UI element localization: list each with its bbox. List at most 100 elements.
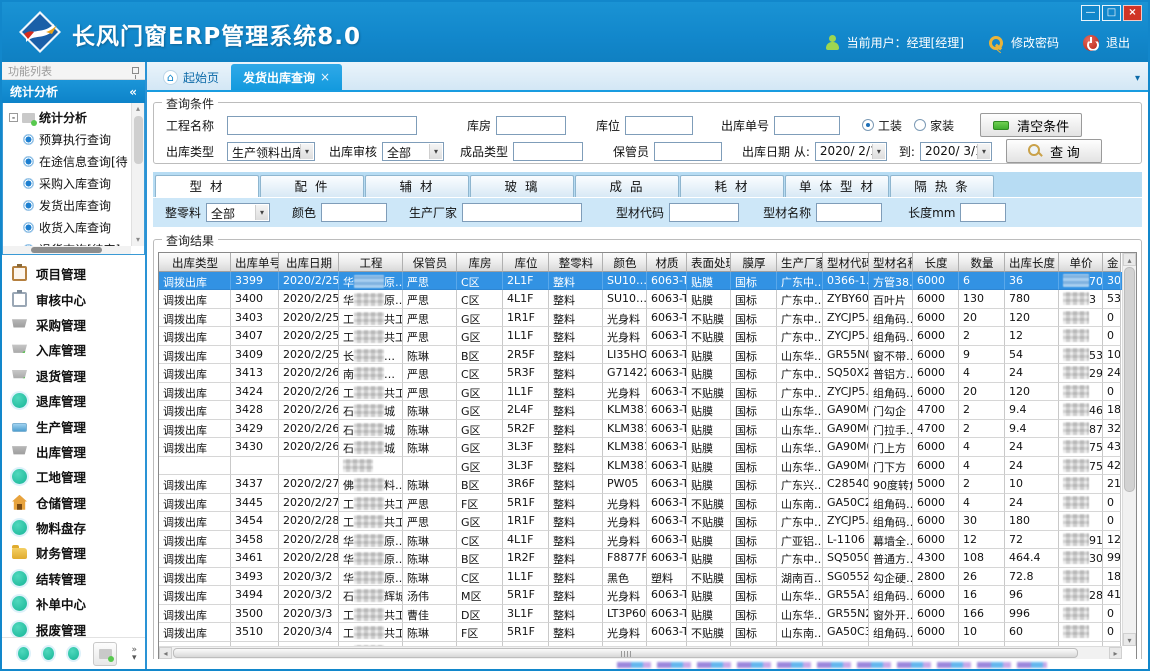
profile-code-input[interactable]	[669, 203, 739, 222]
tree-item[interactable]: 采购入库查询	[9, 172, 144, 194]
location-input[interactable]	[625, 116, 693, 135]
sidebar-item-退货管理[interactable]: 退货管理	[12, 363, 145, 388]
table-row[interactable]: 调拨出库35002020/3/3工共工程曹佳D区3L1F整料LT3P606063…	[159, 605, 1122, 624]
footer-more-button[interactable]: » ▾	[131, 646, 137, 662]
column-header[interactable]: 出库类型	[159, 253, 231, 272]
table-row[interactable]: 调拨出库34132020/2/26南…严思C区5R3F整料G714226063-…	[159, 364, 1122, 383]
table-row[interactable]: 调拨出库34302020/2/26石城陈琳G区3L3F整料KLM38176063…	[159, 438, 1122, 457]
sidebar-item-采购管理[interactable]: 采购管理	[12, 312, 145, 337]
column-header[interactable]: 单价	[1059, 253, 1103, 272]
grid-horizontal-scrollbar[interactable]: ◂ ▸	[159, 646, 1122, 659]
radio-jiazhuang[interactable]: 家装	[914, 117, 954, 134]
material-tab-1[interactable]: 型 材	[155, 175, 259, 197]
table-row[interactable]: 调拨出库34582020/2/28华原…陈琳C区4L1F整料光身料6063-T5…	[159, 531, 1122, 550]
table-row[interactable]: 调拨出库34242020/2/26工共工程严思G区1L1F整料光身料6063-T…	[159, 383, 1122, 402]
sidebar-group-header[interactable]: 统计分析 «	[2, 80, 145, 103]
scroll-right-icon[interactable]: ▸	[1109, 647, 1122, 659]
search-button[interactable]: 查 询	[1006, 139, 1102, 163]
scroll-down-icon[interactable]: ▾	[1123, 633, 1136, 646]
table-row[interactable]: 调拨出库34002020/2/25华原…严思C区4L1F整料SU10…6063-…	[159, 290, 1122, 309]
tab-list-caret-icon[interactable]: ▾	[1135, 73, 1140, 84]
warehouse-input[interactable]	[496, 116, 566, 135]
out-type-select[interactable]: 生产领料出库▾	[227, 142, 315, 161]
tab-shipment-outbound-query[interactable]: 发货出库查询 ×	[231, 64, 342, 90]
radio-gongzhuang[interactable]: 工装	[862, 117, 902, 134]
table-row[interactable]: 调拨出库34292020/2/26石城陈琳G区5R2F整料KLM38176063…	[159, 420, 1122, 439]
pin-icon[interactable]	[132, 67, 139, 74]
table-row[interactable]: 调拨出库34932020/3/2华原…陈琳C区1L1F整料黑色塑料不贴膜国标湖南…	[159, 568, 1122, 587]
factory-input[interactable]	[462, 203, 582, 222]
column-header[interactable]: 生产厂家	[777, 253, 823, 272]
table-row[interactable]: 调拨出库34282020/2/26石城陈琳G区2L4F整料KLM38176063…	[159, 401, 1122, 420]
sidebar-item-结转管理[interactable]: 结转管理	[12, 566, 145, 591]
project-name-input[interactable]	[227, 116, 417, 135]
date-to-select[interactable]: 2020/ 3/16▾	[920, 142, 992, 161]
material-tab-4[interactable]: 玻 璃	[470, 175, 574, 197]
material-tab-6[interactable]: 耗 材	[680, 175, 784, 197]
table-row[interactable]: 调拨出库34032020/2/25工共工程严思G区1R1F整料光身料6063-T…	[159, 309, 1122, 328]
column-header[interactable]: 整零料	[549, 253, 603, 272]
column-header[interactable]: 数量	[959, 253, 1005, 272]
material-tab-8[interactable]: 隔 热 条	[890, 175, 994, 197]
clear-conditions-button[interactable]: 清空条件	[980, 113, 1082, 137]
whole-piece-select[interactable]: 全部▾	[206, 203, 270, 222]
keeper-input[interactable]	[654, 142, 722, 161]
sidebar-item-入库管理[interactable]: 入库管理	[12, 337, 145, 362]
minimize-button[interactable]: —	[1081, 5, 1100, 21]
collapse-icon[interactable]: «	[129, 85, 137, 99]
scroll-up-icon[interactable]: ▴	[1123, 253, 1136, 266]
grid-hscroll-thumb[interactable]	[173, 648, 1078, 658]
audit-select[interactable]: 全部▾	[382, 142, 444, 161]
column-header[interactable]: 库位	[503, 253, 549, 272]
close-button[interactable]: ×	[1123, 5, 1142, 21]
date-from-select[interactable]: 2020/ 2/16▾	[815, 142, 887, 161]
column-header[interactable]: 长度	[913, 253, 959, 272]
tab-close-icon[interactable]: ×	[320, 70, 330, 84]
table-row[interactable]: 调拨出库34612020/2/28华原…陈琳B区1R2F整料F8877FT606…	[159, 549, 1122, 568]
column-header[interactable]: 材质	[647, 253, 687, 272]
footer-cart-button[interactable]	[93, 642, 117, 666]
tree-item[interactable]: 预算执行查询	[9, 128, 144, 150]
color-input[interactable]	[321, 203, 387, 222]
column-header[interactable]: 表面处理	[687, 253, 731, 272]
column-header[interactable]: 型材名称	[869, 253, 913, 272]
material-tab-7[interactable]: 单 体 型 材	[785, 175, 889, 197]
table-row[interactable]: G区3L3F整料KLM38176063-T5贴膜国标山东华…GA90M09.门下…	[159, 457, 1122, 476]
column-header[interactable]: 金	[1103, 253, 1121, 272]
expand-icon[interactable]: -	[9, 113, 18, 122]
order-no-input[interactable]	[774, 116, 840, 135]
column-header[interactable]: 出库日期	[279, 253, 339, 272]
tree-horizontal-scrollbar[interactable]	[3, 246, 131, 254]
tab-home[interactable]: ⌂ 起始页	[151, 64, 231, 90]
material-tab-5[interactable]: 成 品	[575, 175, 679, 197]
sidebar-item-审核中心[interactable]: 审核中心	[12, 286, 145, 311]
table-row[interactable]: 调拨出库34452020/2/27工共工程严思F区5R1F整料光身料6063-T…	[159, 494, 1122, 513]
sidebar-item-生产管理[interactable]: 生产管理	[12, 413, 145, 438]
table-row[interactable]: 调拨出库34372020/2/27佛料…陈琳B区3R6F整料PW056063-T…	[159, 475, 1122, 494]
column-header[interactable]: 出库长度	[1005, 253, 1059, 272]
sidebar-item-出库管理[interactable]: 出库管理	[12, 439, 145, 464]
logout-link[interactable]: 退出	[1106, 34, 1130, 51]
profile-name-input[interactable]	[816, 203, 882, 222]
tree-scroll-thumb[interactable]	[134, 116, 143, 164]
change-password-link[interactable]: 修改密码	[1011, 34, 1059, 51]
tree-item[interactable]: 发货出库查询	[9, 194, 144, 216]
footer-dot-button[interactable]	[68, 647, 79, 660]
material-tab-2[interactable]: 配 件	[260, 175, 364, 197]
scroll-up-icon[interactable]: ▴	[132, 103, 144, 115]
table-row[interactable]: 调拨出库34942020/3/2石辉城汤伟M区5R1F整料光身料6063-T5贴…	[159, 586, 1122, 605]
table-row[interactable]: 调拨出库35102020/3/4工共工程陈琳F区5R1F整料光身料6063-T5…	[159, 623, 1122, 642]
tree-vertical-scrollbar[interactable]: ▴ ▾	[131, 103, 144, 246]
tree-root[interactable]: - 统计分析	[9, 107, 144, 128]
column-header[interactable]: 型材代码	[823, 253, 869, 272]
column-header[interactable]: 颜色	[603, 253, 647, 272]
column-header[interactable]: 出库单号	[231, 253, 279, 272]
scroll-left-icon[interactable]: ◂	[159, 647, 172, 659]
tree-item[interactable]: 收货入库查询	[9, 216, 144, 238]
tree-hscroll-thumb[interactable]	[31, 247, 101, 253]
maximize-button[interactable]: □	[1102, 5, 1121, 21]
column-header[interactable]: 工程	[339, 253, 403, 272]
grid-vertical-scrollbar[interactable]: ▴ ▾	[1122, 253, 1136, 646]
table-row[interactable]: 调拨出库34092020/2/25长…陈琳B区2R5F整料LI35HO6063-…	[159, 346, 1122, 365]
sidebar-item-仓储管理[interactable]: 仓储管理	[12, 490, 145, 515]
